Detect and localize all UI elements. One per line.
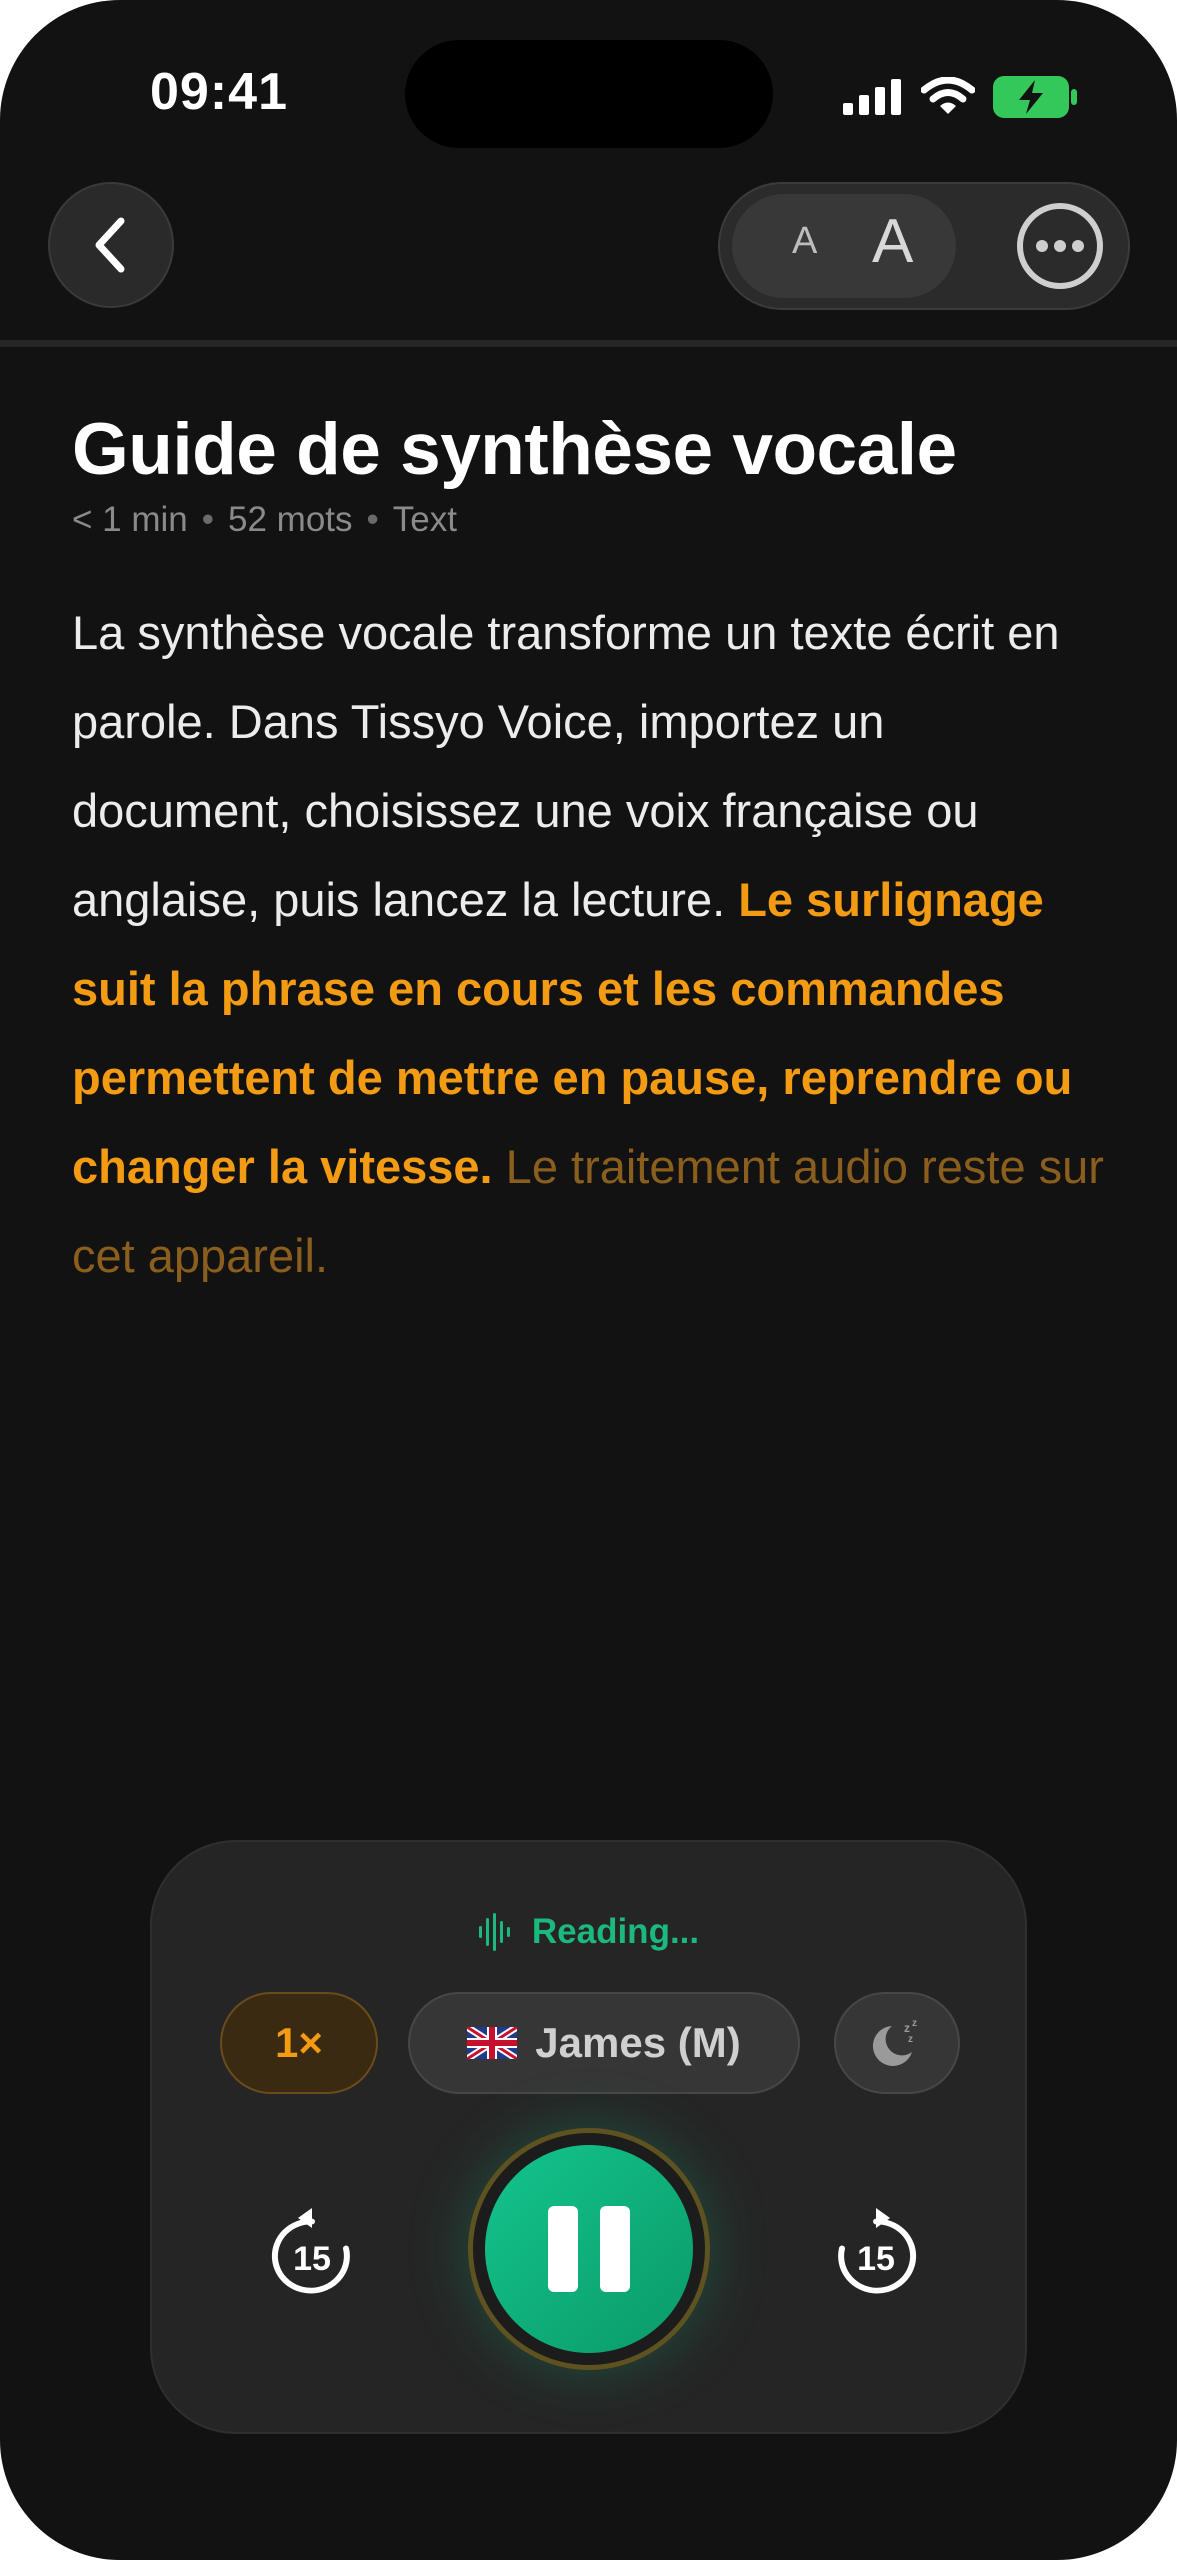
voice-label: James (M) [535,2019,741,2066]
status-time: 09:41 [150,63,288,121]
chevron-left-icon [95,217,125,273]
reading-status-text: Reading... [531,1912,700,1951]
article-meta: < 1 min • 52 mots • Text [72,500,457,540]
skip-back-15-button[interactable]: 15 [264,2204,360,2300]
speed-label: 1× [275,2019,323,2066]
pause-icon-bar [548,2206,578,2292]
article-title: Guide de synthèse vocale [72,409,957,490]
meta-word-count: 52 mots [228,500,353,539]
uk-flag-icon [467,2027,518,2059]
meta-separator: • [366,500,379,539]
meta-read-time: < 1 min [72,500,188,539]
meta-source-type: Text [392,500,457,539]
dynamic-island [405,40,773,148]
decrease-font-button[interactable]: A [792,220,817,263]
svg-text:z: z [908,2034,913,2045]
pause-button[interactable] [485,2145,693,2353]
article-body: La synthèse vocale transforme un texte é… [72,588,1112,1300]
play-pause-ring [468,2128,710,2370]
status-icons [843,72,1077,122]
voice-selector-button[interactable]: James (M) [408,1992,800,2094]
increase-font-button[interactable]: A [872,206,913,277]
svg-text:z: z [912,2018,917,2029]
back-button[interactable] [48,182,174,308]
ellipsis-circle-icon[interactable] [1016,202,1104,290]
reader-controls-pill: A A [718,182,1130,310]
header-divider [0,340,1177,347]
sleep-timer-button[interactable]: z z z [834,1992,960,2094]
moon-zzz-icon: z z z [872,2018,917,2066]
pause-icon-bar [600,2206,630,2292]
signal-icon [843,79,901,115]
waveform-icon [478,1913,510,1951]
font-size-toggle: A A [732,194,956,298]
wifi-icon [921,77,975,114]
skip-forward-label: 15 [857,2240,895,2278]
battery-charging-icon [993,76,1077,118]
reading-status: Reading... [152,1912,1025,1952]
skip-forward-15-button[interactable]: 15 [828,2204,924,2300]
speed-button[interactable]: 1× [220,1992,378,2094]
audio-player: Reading... 1× James (M) z z z 15 15 [150,1840,1027,2434]
phone-screen: 09:41 A A Guide de synthèse vocale < 1 m… [0,0,1177,2560]
meta-separator: • [201,500,215,539]
svg-text:z: z [904,2021,910,2035]
skip-back-label: 15 [293,2240,331,2278]
